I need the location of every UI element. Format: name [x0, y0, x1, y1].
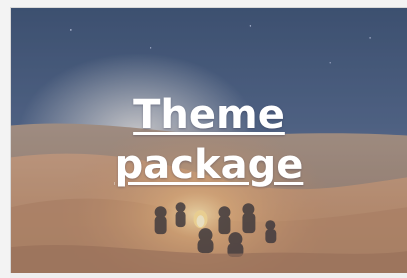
card-title[interactable]: Theme package — [11, 90, 407, 190]
card-bottom-edge — [10, 273, 407, 278]
theme-package-card[interactable]: Theme package — [10, 7, 407, 273]
card-title-line-2: package — [114, 142, 304, 188]
card-title-line-1: Theme — [133, 92, 285, 138]
